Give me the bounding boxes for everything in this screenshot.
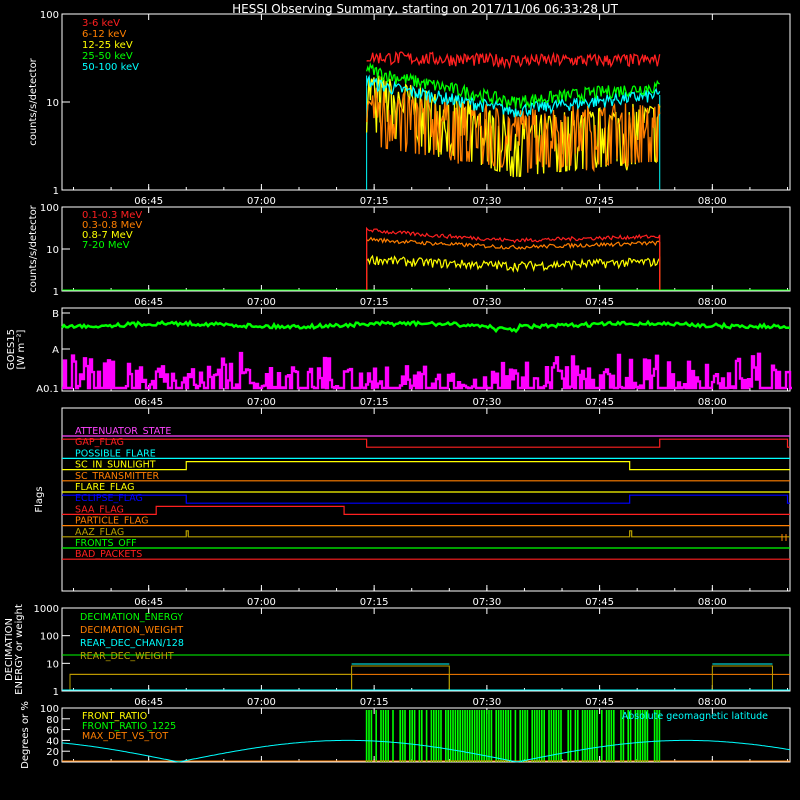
y-tick-label: 100	[40, 704, 59, 715]
time-tick-label: 08:00	[698, 297, 727, 308]
series-line	[365, 254, 661, 291]
y-tick-label: 100	[40, 632, 59, 643]
time-tick-label: 06:45	[134, 196, 163, 207]
flag-trace	[62, 530, 790, 538]
y-axis-label: Degrees or %	[20, 701, 31, 769]
y-tick-label: 100	[40, 203, 59, 214]
y-tick-label: A	[52, 345, 59, 356]
y-tick-label: 1	[53, 186, 59, 197]
legend-entry: 7-20 MeV	[82, 240, 130, 251]
time-tick-label: 07:15	[360, 397, 389, 408]
time-tick-label: 07:15	[360, 297, 389, 308]
y-tick-label: 40	[46, 736, 59, 747]
y-tick-label: B	[52, 309, 59, 320]
time-tick-label: 07:45	[585, 397, 614, 408]
legend-entry: DECIMATION_ENERGY	[80, 612, 183, 623]
geomagnetic-annotation: Absolute geomagnetic latitude	[622, 711, 768, 722]
flag-label: SAA_FLAG	[75, 504, 124, 515]
flag-trace	[62, 461, 790, 471]
series-line	[365, 74, 661, 118]
time-tick-label: 08:00	[698, 397, 727, 408]
legend-entry: REAR_DEC_CHAN/128	[80, 638, 184, 649]
time-tick-label: 07:00	[247, 397, 276, 408]
flag-label: ATTENUATOR_STATE	[75, 426, 171, 437]
y-tick-label: 1	[53, 287, 59, 298]
legend-entry: REAR_DEC_WEIGHT	[80, 651, 174, 662]
time-tick-label: 06:45	[134, 297, 163, 308]
flag-label: PARTICLE_FLAG	[75, 516, 148, 527]
time-tick-label: 07:45	[585, 196, 614, 207]
y-tick-label: 60	[46, 726, 59, 737]
flag-trace	[62, 505, 790, 515]
time-tick-label: 07:15	[360, 597, 389, 608]
time-tick-label: 06:45	[134, 397, 163, 408]
series-line	[365, 226, 661, 291]
time-tick-label: 07:00	[247, 697, 276, 708]
y-axis-label: counts/s/detector	[28, 57, 39, 145]
y-tick-label: 1000	[34, 604, 59, 615]
summary-figure: HESSI Observing Summary, starting on 201…	[4, 2, 792, 769]
series-line	[60, 319, 790, 334]
y-tick-label: 0	[53, 758, 59, 769]
time-tick-label: 07:00	[247, 297, 276, 308]
series-line	[366, 51, 661, 70]
y-axis-label: ENERGY or weight	[14, 604, 25, 695]
time-tick-label: 08:00	[698, 597, 727, 608]
time-tick-label: 07:30	[472, 297, 501, 308]
series-line	[62, 351, 792, 390]
flag-label: POSSIBLE_FLARE	[75, 448, 156, 459]
y-tick-label: 10	[46, 98, 59, 109]
y-tick-label: 80	[46, 715, 59, 726]
series-line	[711, 665, 773, 690]
flag-trace	[62, 438, 790, 448]
legend-entry: DECIMATION_WEIGHT	[80, 625, 183, 636]
flag-label: FRONTS_OFF	[75, 538, 137, 549]
y-tick-label: A0.1	[36, 384, 59, 395]
time-tick-label: 07:15	[360, 196, 389, 207]
flag-label: SC_IN_SUNLIGHT	[75, 460, 156, 471]
time-tick-label: 07:30	[472, 697, 501, 708]
y-tick-label: 10	[46, 659, 59, 670]
time-tick-label: 07:45	[585, 597, 614, 608]
y-tick-label: 10	[46, 245, 59, 256]
time-tick-label: 07:15	[360, 697, 389, 708]
legend-entry: 3-6 keV	[82, 18, 120, 29]
time-tick-label: 08:00	[698, 697, 727, 708]
time-tick-label: 07:00	[247, 597, 276, 608]
time-tick-label: 06:45	[134, 597, 163, 608]
legend-entry: 25-50 keV	[82, 51, 133, 62]
flag-label: GAP_FLAG	[75, 437, 124, 448]
time-tick-label: 07:30	[472, 597, 501, 608]
legend-entry: MAX_DET_VS_TOT	[82, 731, 168, 742]
time-tick-label: 07:00	[247, 196, 276, 207]
flag-label: BAD_PACKETS	[75, 549, 142, 560]
time-tick-label: 07:30	[472, 397, 501, 408]
y-tick-label: 20	[46, 747, 59, 758]
time-tick-label: 06:45	[134, 697, 163, 708]
flag-label: ECLIPSE_FLAG	[75, 493, 143, 504]
panel-frame	[61, 206, 791, 292]
flag-label: SC_TRANSMITTER	[75, 471, 160, 482]
y-axis-label: [W m⁻²]	[16, 329, 27, 369]
y-axis-label: Flags	[34, 486, 45, 512]
series-line	[62, 673, 790, 691]
series-line	[62, 673, 450, 691]
y-axis-label: counts/s/detector	[28, 204, 39, 292]
time-tick-label: 07:30	[472, 196, 501, 207]
series-line	[351, 665, 450, 690]
flag-trace	[62, 494, 790, 504]
flag-trace	[781, 534, 787, 541]
legend-entry: 6-12 keV	[82, 29, 126, 40]
y-tick-label: 1	[53, 687, 59, 698]
y-tick-label: 100	[40, 10, 59, 21]
time-tick-label: 08:00	[698, 196, 727, 207]
flag-label: AAZ_FLAG	[75, 527, 124, 538]
flag-label: FLARE_FLAG	[75, 482, 135, 493]
time-tick-label: 07:45	[585, 697, 614, 708]
series-bars	[365, 710, 661, 762]
legend-entry: 50-100 keV	[82, 62, 139, 73]
legend-entry: 12-25 keV	[82, 40, 133, 51]
time-tick-label: 07:45	[585, 297, 614, 308]
